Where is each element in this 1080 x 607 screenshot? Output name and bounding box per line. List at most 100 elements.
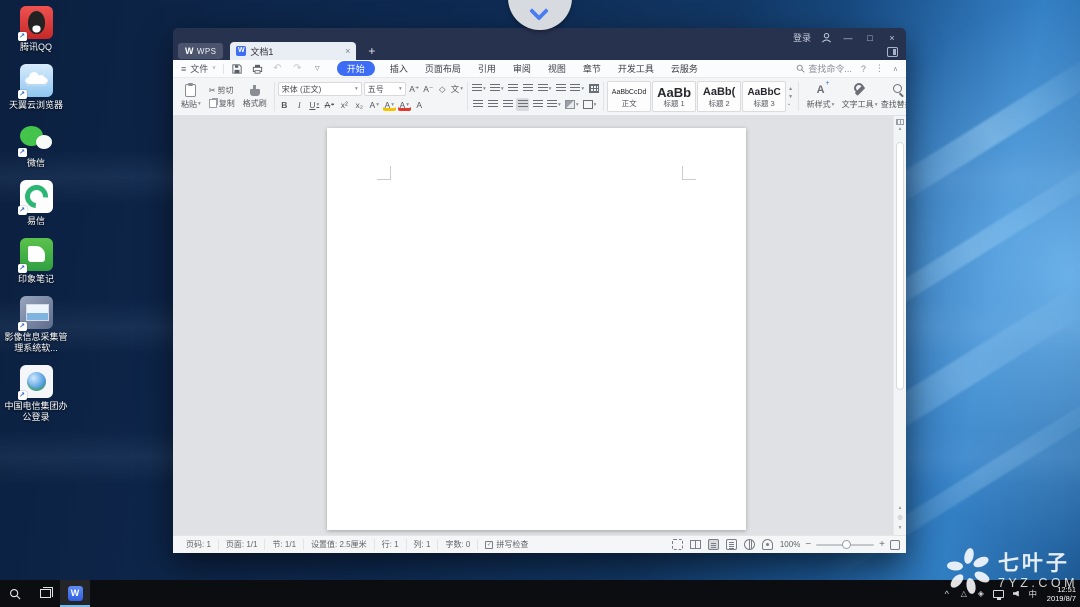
text-direction-button[interactable]: ▾	[537, 82, 553, 95]
previous-page-icon[interactable]: ▲	[898, 504, 903, 513]
tray-triangle-icon[interactable]: △	[959, 589, 969, 598]
ime-indicator[interactable]: 中	[1028, 588, 1038, 600]
bold-button[interactable]: B	[278, 98, 291, 111]
copy-button[interactable]: 复制	[207, 97, 237, 110]
undo-button[interactable]: ↶	[271, 62, 284, 75]
style-preset[interactable]: AaBb( 标题 2	[697, 81, 742, 112]
numbering-button[interactable]: ▾	[489, 82, 505, 95]
highlight-color-button[interactable]: A ▾	[383, 98, 396, 111]
document-page[interactable]	[327, 128, 746, 530]
close-tab-icon[interactable]: ×	[345, 46, 350, 56]
ribbon-tab[interactable]: 页面布局	[423, 61, 463, 76]
subscript-button[interactable]: x₂	[353, 98, 366, 111]
taskbar-clock[interactable]: 12:51 2019/8/7	[1047, 585, 1076, 603]
volume-icon[interactable]	[1011, 590, 1021, 597]
desktop-icon-china-telecom-login[interactable]: ↗ 中国电信集团办公登录	[2, 365, 70, 423]
justify-button[interactable]	[516, 98, 530, 111]
zoom-slider-knob[interactable]	[842, 539, 852, 549]
ribbon-tab[interactable]: 视图	[546, 61, 568, 76]
zoom-slider[interactable]	[816, 539, 875, 549]
ribbon-tab[interactable]: 开发工具	[616, 61, 656, 76]
vertical-scrollbar[interactable]: ▲ ▲ ◎ ▼	[893, 116, 906, 535]
taskbar-search-button[interactable]	[0, 580, 30, 607]
distribute-button[interactable]	[531, 98, 544, 111]
desktop-icon-tencent-qq[interactable]: ↗ 腾讯QQ	[2, 6, 70, 53]
shading-button[interactable]: ▾	[564, 98, 580, 111]
increase-font-size-button[interactable]: A⁺	[408, 83, 421, 96]
task-view-button[interactable]	[30, 580, 60, 607]
collapse-ribbon-icon[interactable]: ∧	[893, 65, 898, 73]
two-page-view-icon[interactable]	[689, 539, 701, 550]
align-center-button[interactable]	[486, 98, 499, 111]
print-button[interactable]	[251, 62, 264, 75]
quick-access-dropdown-icon[interactable]: ▽	[311, 62, 324, 75]
desktop-icon-wechat[interactable]: ↗ 微信	[2, 122, 70, 169]
page-view-icon[interactable]	[707, 539, 719, 550]
desktop-icon-evernote[interactable]: ↗ 印象笔记	[2, 238, 70, 285]
font-color-button[interactable]: A ▾	[398, 98, 411, 111]
scrollbar-thumb[interactable]	[896, 142, 904, 390]
select-browse-object-icon[interactable]: ◎	[897, 514, 902, 523]
bullets-button[interactable]: ▾	[471, 82, 487, 95]
gallery-down-icon[interactable]: ▼	[788, 94, 793, 100]
strikethrough-button[interactable]: A ▾	[323, 98, 336, 111]
ribbon-tab[interactable]: 云服务	[669, 61, 700, 76]
text-effects-button[interactable]: A ▾	[368, 98, 381, 111]
ribbon-tab[interactable]: 章节	[581, 61, 603, 76]
help-button[interactable]: ?	[861, 64, 866, 74]
zoom-in-button[interactable]: +	[879, 539, 885, 550]
redo-button[interactable]: ↷	[291, 62, 304, 75]
cut-button[interactable]: ✂ 剪切	[207, 84, 237, 97]
new-tab-button[interactable]: +	[368, 45, 375, 57]
more-text-settings-button[interactable]: 文 ▾	[450, 83, 464, 96]
increase-indent-button[interactable]	[522, 82, 535, 95]
desktop-icon-yixin[interactable]: ↗ 易信	[2, 180, 70, 227]
tray-diamond-icon[interactable]: ◈	[976, 589, 986, 598]
style-preset[interactable]: AaBbC 标题 3	[742, 81, 787, 112]
desktop-icon-tianyi-cloud-browser[interactable]: ↗ 天翼云浏览器	[2, 64, 70, 111]
spell-check-toggle[interactable]: ✓ 拼写检查	[478, 539, 535, 550]
desktop-icon-image-info-system[interactable]: ↗ 影像信息采集管理系统软...	[2, 296, 70, 354]
style-preset[interactable]: AaBbCcDd 正文	[607, 81, 652, 112]
save-button[interactable]	[231, 62, 244, 75]
fullscreen-view-icon[interactable]	[671, 539, 683, 550]
web-layout-view-icon[interactable]	[743, 539, 755, 550]
show-formatting-marks-button[interactable]: ▾	[569, 82, 585, 95]
scroll-up-icon[interactable]: ▲	[898, 125, 903, 134]
insert-table-grid-button[interactable]	[587, 82, 600, 95]
ribbon-tab[interactable]: 开始	[336, 61, 375, 76]
fit-page-icon[interactable]	[890, 539, 900, 550]
zoom-out-button[interactable]: −	[805, 539, 811, 550]
gallery-up-icon[interactable]: ▲	[788, 86, 793, 92]
taskbar-wps-button[interactable]: W	[60, 580, 90, 607]
ribbon-tab[interactable]: 审阅	[511, 61, 533, 76]
show-hidden-icons-chevron[interactable]: ^	[942, 589, 952, 599]
task-pane-toggle-icon[interactable]	[887, 47, 898, 57]
line-spacing-button[interactable]: ▾	[546, 98, 562, 111]
next-page-icon[interactable]: ▼	[898, 524, 903, 533]
borders-button[interactable]: ▾	[582, 98, 598, 111]
decrease-indent-button[interactable]	[507, 82, 520, 95]
clear-formatting-button[interactable]: ◇	[436, 83, 449, 96]
gallery-more-icon[interactable]: ▪	[788, 102, 793, 108]
character-border-button[interactable]: A	[413, 98, 426, 111]
text-tools-button[interactable]: 文字工具 ▾	[841, 82, 878, 111]
file-menu[interactable]: ≡ 文件 ˅	[181, 62, 216, 75]
find-command-box[interactable]: 查找命令...	[796, 62, 852, 75]
style-preset[interactable]: AaBb 标题 1	[652, 81, 697, 112]
network-icon[interactable]	[992, 589, 1004, 600]
decrease-font-size-button[interactable]: A⁻	[422, 83, 435, 96]
more-menu-icon[interactable]: ⋮	[875, 63, 884, 74]
paste-button[interactable]: 粘贴 ▾	[177, 82, 205, 111]
ribbon-tab[interactable]: 插入	[388, 61, 410, 76]
align-left-button[interactable]	[471, 98, 484, 111]
font-family-select[interactable]: 宋体 (正文) ▾	[277, 82, 362, 96]
zoom-level[interactable]: 100%	[780, 540, 800, 549]
new-style-button[interactable]: 新样式▾	[802, 80, 839, 111]
italic-button[interactable]: I	[293, 98, 306, 111]
font-size-select[interactable]: 五号 ▾	[363, 82, 406, 96]
superscript-button[interactable]: x²	[338, 98, 351, 111]
document-tab[interactable]: W 文档1 ×	[230, 42, 357, 60]
align-right-button[interactable]	[501, 98, 514, 111]
format-painter-button[interactable]: 格式刷	[239, 84, 271, 110]
